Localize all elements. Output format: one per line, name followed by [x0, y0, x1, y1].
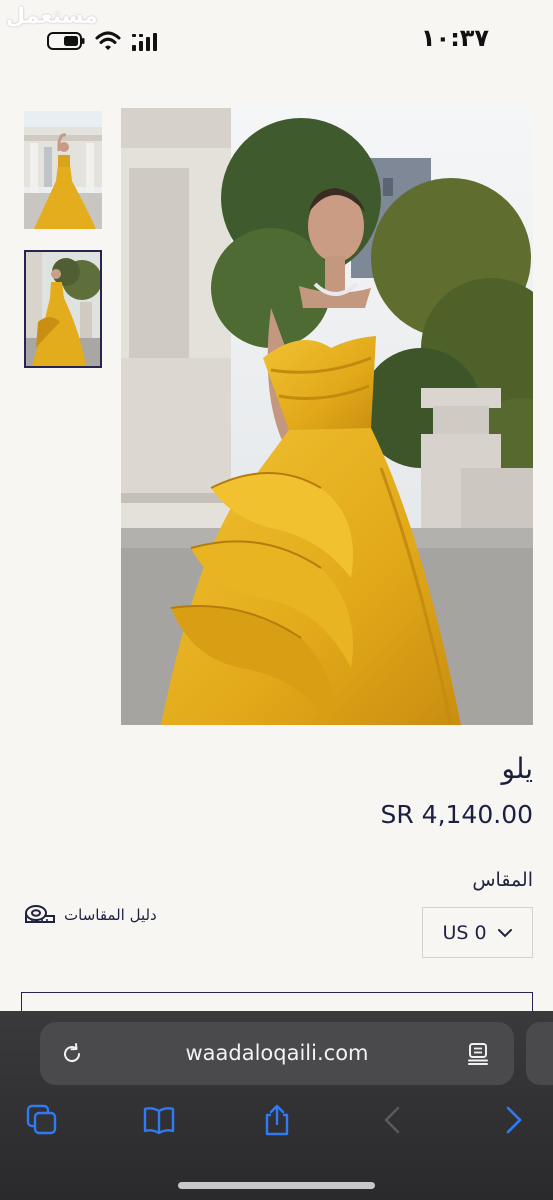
size-guide-link[interactable]: دليل المقاسات	[24, 900, 157, 930]
share-icon[interactable]	[260, 1103, 294, 1137]
product-title: يلو	[501, 752, 533, 785]
wifi-icon	[95, 31, 121, 50]
status-bar: مستعمل ١٠:٣٧	[0, 0, 553, 82]
size-label: المقاس	[472, 869, 533, 891]
chevron-down-icon	[497, 928, 512, 937]
product-main-image[interactable]	[121, 108, 533, 725]
size-guide-label: دليل المقاسات	[64, 906, 157, 924]
watermark-logo: مستعمل	[6, 4, 99, 29]
home-indicator	[178, 1182, 375, 1189]
status-time: ١٠:٣٧	[420, 24, 490, 52]
thumbnail-image	[24, 111, 102, 229]
battery-icon	[47, 32, 85, 50]
product-price: SR 4,140.00	[380, 800, 533, 829]
bookmarks-icon[interactable]	[142, 1103, 176, 1137]
cellular-signal-icon	[132, 33, 157, 51]
reader-mode-icon[interactable]	[466, 1042, 490, 1066]
back-arrow-icon[interactable]	[376, 1103, 410, 1137]
size-select[interactable]: US 0	[422, 907, 533, 958]
product-thumbnail-1[interactable]	[24, 111, 102, 229]
selected-size: US 0	[442, 921, 487, 944]
thumbnail-image	[26, 252, 100, 366]
measuring-tape-icon	[25, 905, 55, 923]
forward-arrow-icon[interactable]	[496, 1103, 530, 1137]
next-tab-preview[interactable]	[526, 1022, 553, 1085]
address-bar[interactable]: waadaloqaili.com	[40, 1022, 514, 1085]
url-text: waadaloqaili.com	[185, 1041, 369, 1065]
tabs-icon[interactable]	[25, 1103, 59, 1137]
browser-toolbar: waadaloqaili.com	[0, 1011, 553, 1200]
product-thumbnail-2[interactable]	[24, 250, 102, 368]
dress-photo	[121, 108, 533, 725]
